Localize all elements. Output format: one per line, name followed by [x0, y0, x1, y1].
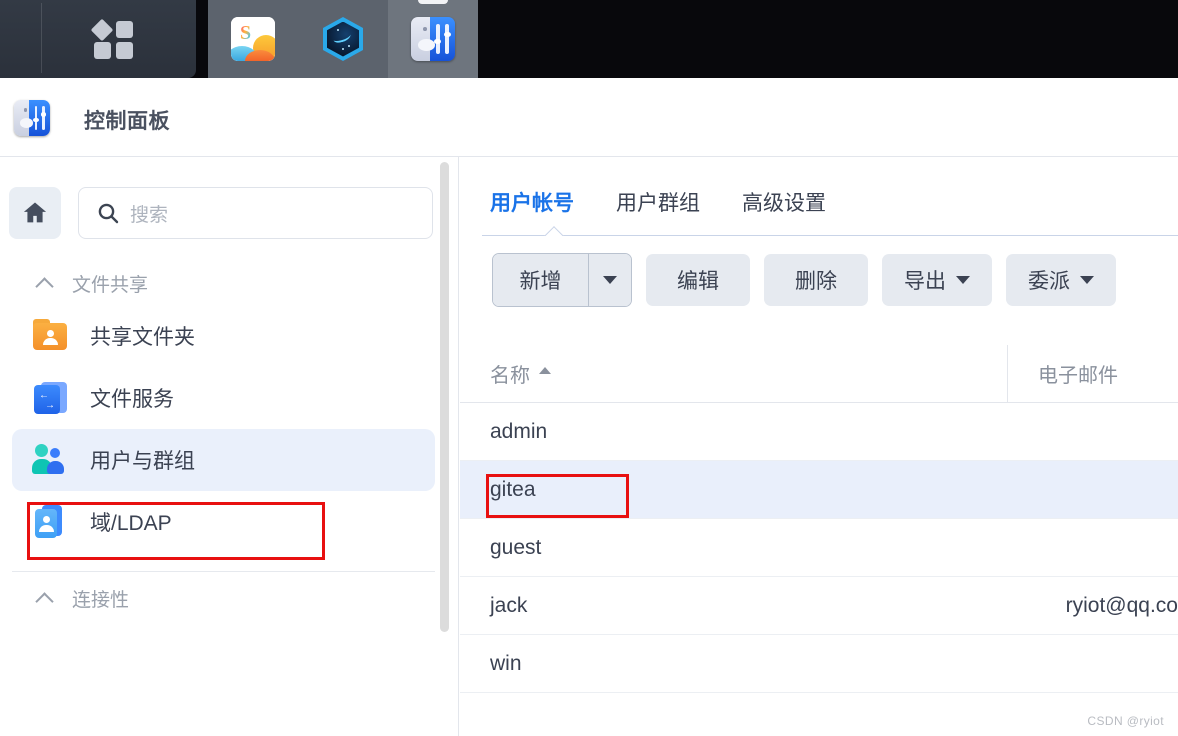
delegate-button[interactable]: 委派: [1006, 254, 1116, 306]
sidebar-item-label: 文件服务: [90, 388, 174, 411]
sidebar-search-row: 搜索: [0, 187, 458, 243]
window-header: 控制面板: [0, 78, 1178, 157]
home-icon: [23, 202, 47, 223]
sidebar-group-label: 文件共享: [72, 274, 149, 296]
column-header-email[interactable]: 电子邮件: [1008, 345, 1178, 402]
export-button[interactable]: 导出: [882, 254, 992, 306]
chevron-down-icon: [603, 276, 617, 284]
control-panel-icon: [411, 17, 455, 61]
cell-name: guest: [490, 535, 542, 559]
taskbar-app-package-center[interactable]: S: [208, 0, 298, 78]
sidebar-item-shared-folder[interactable]: 共享文件夹: [12, 305, 435, 367]
table-row[interactable]: jack ryiot@qq.co: [460, 577, 1178, 635]
sidebar-group-connectivity[interactable]: 连接性: [0, 576, 458, 620]
active-tab-caret: [544, 225, 566, 236]
tab-advanced-settings[interactable]: 高级设置: [742, 187, 826, 231]
tab-rule: [482, 235, 1178, 236]
create-button[interactable]: 新增: [493, 254, 589, 306]
shared-folder-icon: [32, 317, 70, 355]
home-button[interactable]: [9, 187, 61, 239]
window-control-panel-icon: [14, 100, 50, 136]
user-table: 名称 电子邮件 admin gitea guest jack ryiot@qq.…: [460, 345, 1178, 693]
taskbar-divider: [41, 3, 42, 73]
export-label: 导出: [904, 270, 946, 293]
watermark: CSDN @ryiot: [1087, 714, 1164, 728]
sidebar-divider: [12, 571, 435, 572]
sidebar-item-label: 用户与群组: [90, 450, 195, 473]
taskbar-app-hexagon[interactable]: [298, 0, 388, 78]
sidebar-group-file-sharing[interactable]: 文件共享: [0, 261, 458, 305]
cell-name: gitea: [490, 477, 536, 501]
table-header-row: 名称 电子邮件: [460, 345, 1178, 403]
file-service-icon: ← →: [32, 379, 70, 417]
create-split-button: 新增: [492, 253, 632, 307]
table-row[interactable]: gitea: [460, 461, 1178, 519]
table-row[interactable]: admin: [460, 403, 1178, 461]
sidebar-item-users-groups[interactable]: 用户与群组: [12, 429, 435, 491]
toolbar: 新增 编辑 删除 导出 委派: [460, 253, 1178, 315]
edit-button[interactable]: 编辑: [646, 254, 750, 306]
search-icon: [98, 203, 119, 224]
cell-name: win: [490, 651, 522, 675]
delegate-label: 委派: [1028, 270, 1070, 293]
sidebar-group-label: 连接性: [72, 589, 130, 611]
table-row[interactable]: guest: [460, 519, 1178, 577]
main-menu-icon[interactable]: [90, 18, 140, 60]
column-header-name[interactable]: 名称: [460, 345, 1008, 402]
taskbar-app-group: S: [208, 0, 478, 78]
package-center-letter: S: [240, 22, 252, 44]
tab-user-groups[interactable]: 用户群组: [616, 187, 700, 231]
users-groups-icon: [32, 441, 70, 479]
sidebar-item-file-service[interactable]: ← → 文件服务: [12, 367, 435, 429]
delete-button[interactable]: 删除: [764, 254, 868, 306]
cell-email: [1008, 519, 1178, 576]
screen: S 控制面板 搜索 文件共享 共享文件夹 ← → 文件服务 用户与群组 域/LD…: [0, 0, 1178, 736]
main-content: 用户帐号 用户群组 高级设置 新增 编辑 删除 导出 委派 名称 电子邮件 ad…: [460, 157, 1178, 736]
cell-email: [1008, 403, 1178, 460]
chevron-up-icon: [36, 590, 52, 606]
chevron-down-icon: [1080, 276, 1094, 284]
taskbar: S: [0, 0, 1178, 78]
chevron-up-icon: [36, 275, 52, 291]
taskbar-left-group: [0, 0, 196, 78]
sidebar-scrollbar[interactable]: [440, 162, 449, 632]
cell-email: [1008, 461, 1178, 518]
create-dropdown-button[interactable]: [589, 254, 631, 306]
cell-email: [1008, 635, 1178, 692]
domain-ldap-icon: [32, 503, 70, 541]
cell-name: admin: [490, 419, 548, 443]
sidebar-item-label: 共享文件夹: [90, 326, 195, 349]
search-placeholder: 搜索: [130, 204, 169, 226]
chevron-down-icon: [956, 276, 970, 284]
cell-name: jack: [490, 593, 528, 617]
cell-email: ryiot@qq.co: [1065, 593, 1178, 617]
sidebar-nav: 文件共享 共享文件夹 ← → 文件服务 用户与群组 域/LDAP 连接性: [0, 257, 458, 736]
taskbar-app-control-panel[interactable]: [388, 0, 478, 78]
search-input[interactable]: 搜索: [78, 187, 433, 239]
sidebar: 搜索 文件共享 共享文件夹 ← → 文件服务 用户与群组 域/LDAP 连接性: [0, 157, 459, 736]
tab-bar: 用户帐号 用户群组 高级设置: [460, 187, 1178, 249]
hexagon-app-icon: [321, 17, 365, 61]
column-header-label: 电子邮件: [1038, 365, 1118, 387]
active-app-indicator: [418, 0, 448, 4]
page-title: 控制面板: [84, 110, 170, 133]
sidebar-item-label: 域/LDAP: [90, 512, 172, 535]
package-center-icon: S: [231, 17, 275, 61]
table-row[interactable]: win: [460, 635, 1178, 693]
sort-ascending-icon: [539, 367, 551, 374]
sidebar-item-domain-ldap[interactable]: 域/LDAP: [12, 491, 435, 553]
column-header-label: 名称: [490, 365, 530, 387]
